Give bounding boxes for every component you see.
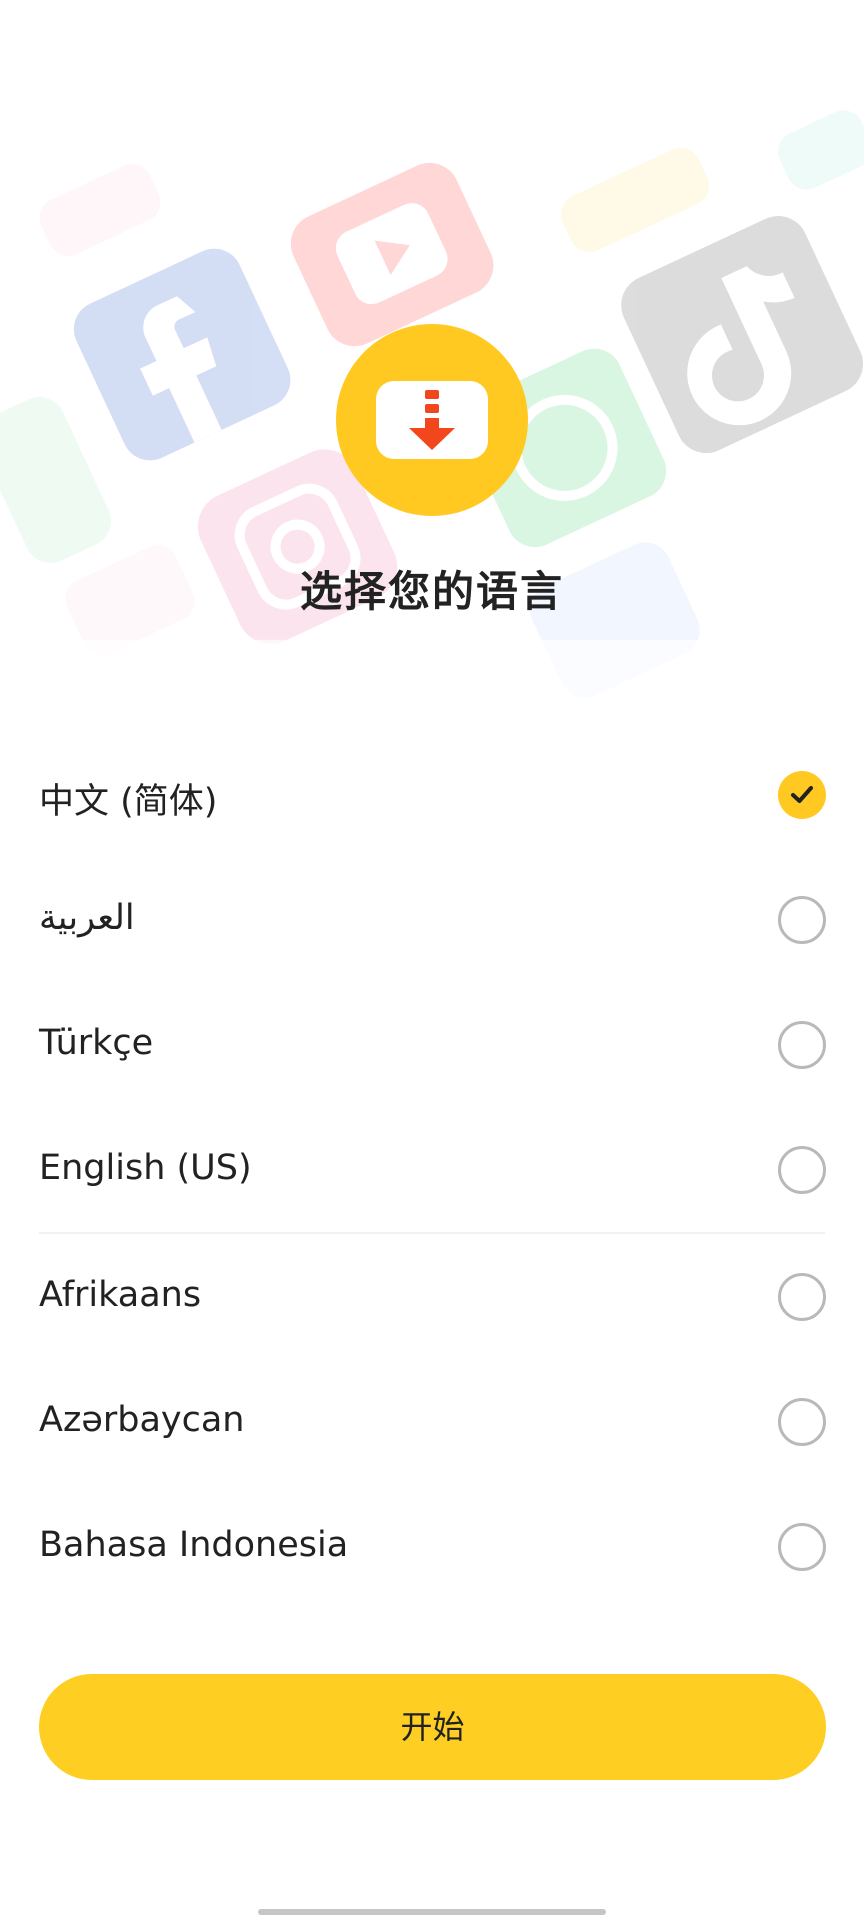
language-label: Azərbaycan [39, 1400, 245, 1440]
radio-unselected[interactable] [778, 896, 826, 944]
tiktok-icon [621, 216, 864, 454]
app-logo [336, 324, 528, 516]
check-icon [791, 786, 813, 803]
radio-unselected[interactable] [778, 1146, 826, 1194]
start-button[interactable]: 开始 [39, 1674, 826, 1780]
language-label: Türkçe [39, 1023, 154, 1063]
language-label: English (US) [39, 1148, 252, 1188]
language-item-english-us[interactable]: English (US) [0, 1108, 864, 1233]
language-label: Bahasa Indonesia [39, 1525, 349, 1565]
language-item-bahasa-indonesia[interactable]: Bahasa Indonesia [0, 1485, 864, 1610]
radio-unselected[interactable] [778, 1021, 826, 1069]
language-label: العربية [39, 898, 135, 938]
language-item-arabic[interactable]: العربية [0, 858, 864, 983]
facebook-icon [73, 248, 291, 461]
download-arrow-icon [409, 390, 455, 450]
language-label: Afrikaans [39, 1275, 202, 1315]
radio-unselected[interactable] [778, 1398, 826, 1446]
divider [39, 1232, 825, 1234]
radio-unselected[interactable] [778, 1523, 826, 1571]
language-label: 中文 (简体) [39, 782, 218, 822]
language-item-turkish[interactable]: Türkçe [0, 983, 864, 1108]
language-item-azerbaijani[interactable]: Azərbaycan [0, 1360, 864, 1485]
language-item-afrikaans[interactable]: Afrikaans [0, 1235, 864, 1360]
radio-selected[interactable] [778, 771, 826, 819]
home-indicator[interactable] [258, 1909, 606, 1915]
language-item-chinese-simplified[interactable]: 中文 (简体) [0, 733, 864, 858]
page-title: 选择您的语言 [299, 567, 564, 616]
radio-unselected[interactable] [778, 1273, 826, 1321]
